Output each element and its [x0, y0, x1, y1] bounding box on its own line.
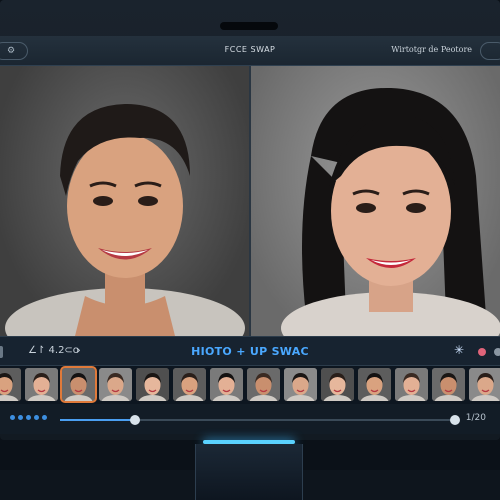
face-thumbnail[interactable]	[247, 368, 280, 401]
option-dot-icon[interactable]	[494, 348, 500, 356]
face-thumbnail[interactable]	[432, 368, 465, 401]
timeline-track[interactable]	[60, 415, 455, 425]
playback-dots-icon[interactable]	[10, 415, 47, 420]
thumbnail-face-image	[25, 368, 58, 401]
face-thumbnail-strip	[0, 366, 500, 403]
thumbnail-face-image	[358, 368, 391, 401]
thumbnail-face-image	[395, 368, 428, 401]
face-thumbnail[interactable]	[210, 368, 243, 401]
face-thumbnail[interactable]	[395, 368, 428, 401]
face-thumbnail[interactable]	[136, 368, 169, 401]
monitor-stand	[195, 444, 303, 500]
header-right-label: Wirtotgr de Peotore	[391, 45, 472, 54]
face-thumbnail[interactable]	[25, 368, 58, 401]
face-thumbnail[interactable]	[284, 368, 317, 401]
timeline-end-handle[interactable]	[450, 415, 460, 425]
webcam-notch	[220, 22, 278, 30]
source-photo-pane[interactable]	[0, 66, 249, 336]
record-dot-icon[interactable]	[478, 348, 486, 356]
face-thumbnail[interactable]	[173, 368, 206, 401]
thumbnail-face-image	[136, 368, 169, 401]
face-thumbnail[interactable]	[60, 366, 97, 403]
mode-label[interactable]: HIOTO + UP SWAC	[0, 345, 500, 358]
thumbnail-face-image	[284, 368, 317, 401]
face-thumbnail[interactable]	[469, 368, 500, 401]
editor-toolbar: ∠↾ 4.2⊂o › HIOTO + UP SWAC ✳	[0, 336, 500, 366]
source-face-portrait	[5, 104, 245, 336]
face-thumbnail[interactable]	[0, 368, 21, 401]
window-control-button[interactable]	[480, 42, 500, 60]
sparkle-icon[interactable]: ✳	[454, 343, 464, 357]
thumbnail-face-image	[210, 368, 243, 401]
thumbnail-face-image	[62, 368, 95, 401]
thumbnail-face-image	[321, 368, 354, 401]
thumbnail-face-image	[247, 368, 280, 401]
face-thumbnail[interactable]	[321, 368, 354, 401]
thumbnail-face-image	[432, 368, 465, 401]
face-thumbnail[interactable]	[99, 368, 132, 401]
title-bar: ⚙ FCCE SWAP Wirtotgr de Peotore	[0, 36, 500, 66]
app-screen: ⚙ FCCE SWAP Wirtotgr de Peotore ∠↾ 4.2⊂o…	[0, 36, 500, 434]
frame-counter: 1/20	[465, 413, 486, 423]
timeline-progress-fill	[60, 419, 136, 421]
timeline-bar: 1/20	[0, 404, 500, 434]
thumbnail-face-image	[0, 368, 21, 401]
target-photo-pane[interactable]	[251, 66, 500, 336]
target-face-portrait	[281, 87, 500, 336]
thumbnail-face-image	[173, 368, 206, 401]
thumbnail-face-image	[99, 368, 132, 401]
face-thumbnail[interactable]	[358, 368, 391, 401]
thumbnail-face-image	[469, 368, 500, 401]
timeline-scrubber-handle[interactable]	[130, 415, 141, 425]
